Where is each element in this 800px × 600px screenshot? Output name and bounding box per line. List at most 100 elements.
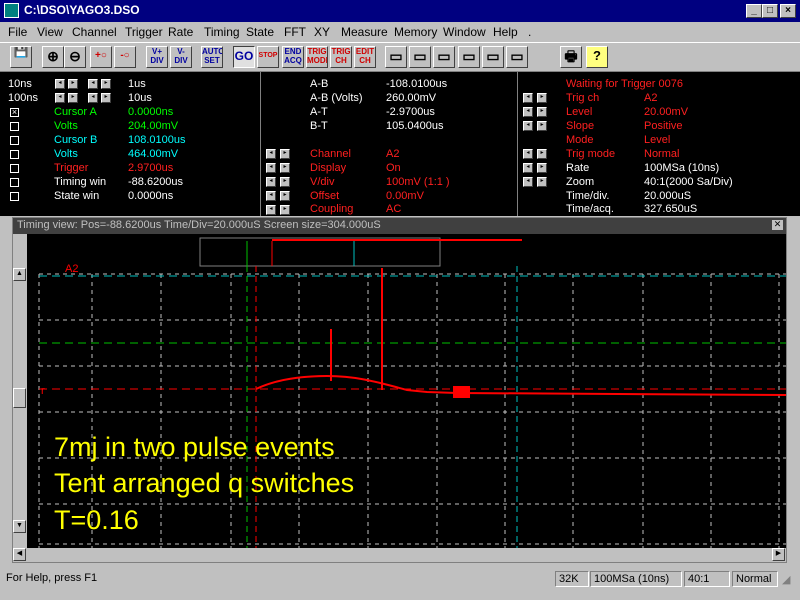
trig-mode-button[interactable]: TRIG MODE bbox=[306, 46, 328, 68]
cursor-b-checkbox[interactable] bbox=[10, 136, 19, 145]
menu-view[interactable]: View bbox=[37, 25, 63, 39]
arrow-right-button[interactable]: ▸ bbox=[68, 93, 78, 103]
menu-trigger[interactable]: Trigger bbox=[125, 25, 163, 39]
arrow-right-button[interactable]: ▸ bbox=[280, 149, 290, 159]
meas-bt-label: B-T bbox=[310, 120, 328, 132]
menu-window[interactable]: Window bbox=[443, 25, 486, 39]
menu-fft[interactable]: FFT bbox=[284, 25, 306, 39]
arrow-right-button[interactable]: ▸ bbox=[68, 79, 78, 89]
title-bar: C:\DSO\YAGO3.DSO _ □ × bbox=[0, 0, 800, 22]
scroll-up-icon[interactable]: ▲ bbox=[13, 268, 26, 281]
arrow-right-button[interactable]: ▸ bbox=[280, 205, 290, 215]
cursor-a-checkbox[interactable]: × bbox=[10, 108, 19, 117]
arrow-left-button[interactable]: ◂ bbox=[523, 121, 533, 131]
timing-view-window[interactable]: Timing view: Pos=-88.6200us Time/Div=20.… bbox=[12, 217, 787, 563]
zoom-out-button[interactable]: ⊖ bbox=[64, 46, 86, 68]
arrow-right-button[interactable]: ▸ bbox=[537, 121, 547, 131]
volts-b-checkbox[interactable] bbox=[10, 150, 19, 159]
menu-measure[interactable]: Measure bbox=[341, 25, 388, 39]
state-win-value: 0.0000ns bbox=[128, 190, 174, 202]
timing-win-checkbox[interactable] bbox=[10, 178, 19, 187]
save-button[interactable]: 💾 bbox=[10, 46, 32, 68]
arrow-left-button[interactable]: ◂ bbox=[88, 93, 98, 103]
arrow-left-button[interactable]: ◂ bbox=[55, 93, 65, 103]
menu-rate[interactable]: Rate bbox=[168, 25, 193, 39]
close-button[interactable]: × bbox=[780, 4, 796, 18]
scroll-right-icon[interactable]: ▶ bbox=[772, 548, 785, 561]
arrow-left-button[interactable]: ◂ bbox=[55, 79, 65, 89]
view2-button[interactable]: ▭ bbox=[409, 46, 431, 68]
arrow-right-button[interactable]: ▸ bbox=[280, 177, 290, 187]
menu-xy[interactable]: XY bbox=[314, 25, 330, 39]
view4-button[interactable]: ▭ bbox=[458, 46, 480, 68]
window-title: C:\DSO\YAGO3.DSO bbox=[24, 3, 140, 17]
auto-set-button[interactable]: AUTO SET bbox=[201, 46, 223, 68]
arrow-right-button[interactable]: ▸ bbox=[280, 191, 290, 201]
arrow-right-button[interactable]: ▸ bbox=[280, 163, 290, 173]
v-plus-div-button[interactable]: V+ DIV bbox=[146, 46, 168, 68]
arrow-left-button[interactable]: ◂ bbox=[523, 149, 533, 159]
menu-memory[interactable]: Memory bbox=[394, 25, 437, 39]
view1-button[interactable]: ▭ bbox=[385, 46, 407, 68]
overview-window[interactable] bbox=[199, 237, 441, 267]
toolbar: 💾 ⊕ ⊖ +○ -○ V+ DIV V- DIV AUTO SET GO ST… bbox=[0, 42, 800, 72]
arrow-right-button[interactable]: ▸ bbox=[537, 107, 547, 117]
volts-a-checkbox[interactable] bbox=[10, 122, 19, 131]
menu-channel[interactable]: Channel bbox=[72, 25, 117, 39]
cursor-b-label: Cursor B bbox=[54, 134, 98, 146]
trig-ch-button[interactable]: TRIG CH bbox=[330, 46, 352, 68]
arrow-right-button[interactable]: ▸ bbox=[537, 163, 547, 173]
view6-button[interactable]: ▭ bbox=[506, 46, 528, 68]
arrow-left-button[interactable]: ◂ bbox=[523, 93, 533, 103]
arrow-left-button[interactable]: ◂ bbox=[266, 177, 276, 187]
go-button[interactable]: GO bbox=[233, 46, 255, 68]
arrow-left-button[interactable]: ◂ bbox=[523, 107, 533, 117]
state-win-checkbox[interactable] bbox=[10, 192, 19, 201]
memory-pane: 32K bbox=[555, 571, 589, 587]
view5-button[interactable]: ▭ bbox=[482, 46, 504, 68]
minimize-button[interactable]: _ bbox=[746, 4, 762, 18]
v-minus-div-button[interactable]: V- DIV bbox=[170, 46, 192, 68]
menu-state[interactable]: State bbox=[246, 25, 274, 39]
cursor-a-label: Cursor A bbox=[54, 106, 97, 118]
scroll-down-icon[interactable]: ▼ bbox=[13, 520, 26, 533]
edit-ch-button[interactable]: EDIT CH bbox=[354, 46, 376, 68]
zoom-in-button[interactable]: ⊕ bbox=[42, 46, 64, 68]
arrow-right-button[interactable]: ▸ bbox=[101, 79, 111, 89]
arrow-left-button[interactable]: ◂ bbox=[266, 149, 276, 159]
trigger-value: 2.9700us bbox=[128, 162, 174, 174]
horizontal-scrollbar[interactable]: ◀ ▶ bbox=[13, 548, 786, 562]
arrow-right-button[interactable]: ▸ bbox=[101, 93, 111, 103]
menu-help[interactable]: Help bbox=[493, 25, 518, 39]
scope-display[interactable]: A2 r bbox=[27, 234, 786, 548]
arrow-right-button[interactable]: ▸ bbox=[537, 93, 547, 103]
scroll-left-icon[interactable]: ◀ bbox=[13, 548, 26, 561]
arrow-right-button[interactable]: ▸ bbox=[537, 149, 547, 159]
arrow-left-button[interactable]: ◂ bbox=[266, 191, 276, 201]
menu-timing[interactable]: Timing bbox=[204, 25, 240, 39]
arrow-left-button[interactable]: ◂ bbox=[523, 163, 533, 173]
display-label: Display bbox=[310, 162, 347, 174]
maximize-button[interactable]: □ bbox=[762, 4, 778, 18]
close-icon[interactable]: ✕ bbox=[772, 220, 783, 230]
arrow-left-button[interactable]: ◂ bbox=[266, 163, 276, 173]
cursor-remove-button[interactable]: -○ bbox=[114, 46, 136, 68]
volts-a-label: Volts bbox=[54, 120, 78, 132]
vertical-scrollbar[interactable]: ▲ ▼ bbox=[13, 234, 27, 548]
trigger-checkbox[interactable] bbox=[10, 164, 19, 173]
arrow-left-button[interactable]: ◂ bbox=[88, 79, 98, 89]
help-button[interactable]: ? bbox=[586, 46, 608, 68]
resize-grip-icon[interactable]: ◢ bbox=[782, 573, 790, 586]
print-button[interactable]: 🖶 bbox=[560, 46, 582, 68]
view3-button[interactable]: ▭ bbox=[433, 46, 455, 68]
arrow-left-button[interactable]: ◂ bbox=[523, 177, 533, 187]
stop-button[interactable]: STOP bbox=[257, 46, 279, 68]
arrow-right-button[interactable]: ▸ bbox=[537, 177, 547, 187]
end-acq-button[interactable]: END ACQ bbox=[282, 46, 304, 68]
arrow-left-button[interactable]: ◂ bbox=[266, 205, 276, 215]
menu-file[interactable]: File bbox=[8, 25, 27, 39]
scroll-thumb[interactable] bbox=[13, 388, 26, 408]
cursor-add-button[interactable]: +○ bbox=[90, 46, 112, 68]
app-icon[interactable] bbox=[4, 3, 19, 18]
menu-extra[interactable]: . bbox=[528, 25, 531, 39]
